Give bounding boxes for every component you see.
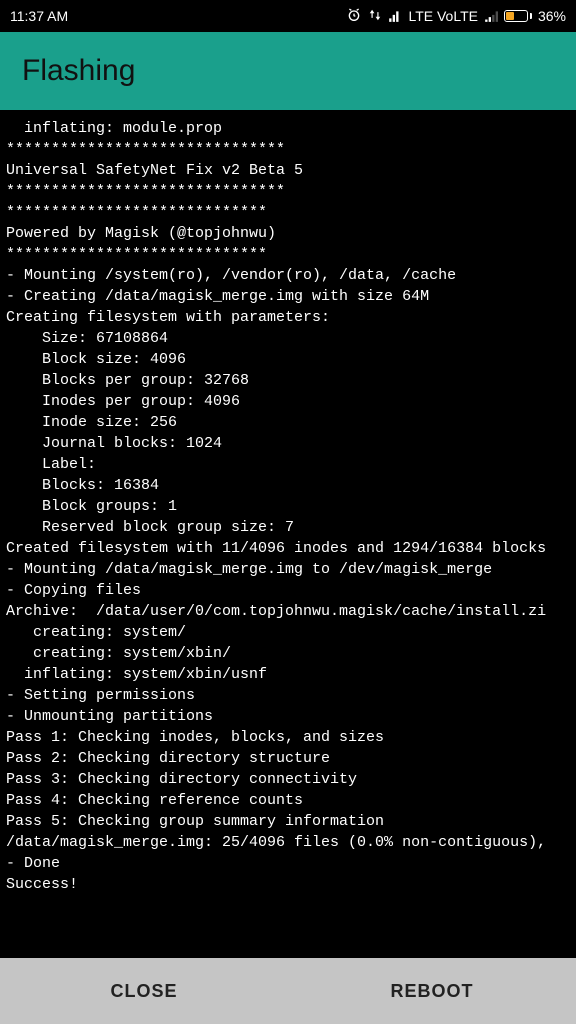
time-text: 11:37 AM <box>10 8 68 24</box>
button-bar: CLOSE REBOOT <box>0 958 576 1024</box>
alarm-icon <box>346 7 362 26</box>
close-button[interactable]: CLOSE <box>0 958 288 1024</box>
status-time: 11:37 AM <box>10 8 68 24</box>
status-bar: 11:37 AM LTE VoLTE 36% <box>0 0 576 32</box>
status-indicators: LTE VoLTE 36% <box>346 7 566 26</box>
signal-icon-2 <box>484 9 498 23</box>
battery-icon <box>504 10 532 22</box>
signal-icon <box>388 9 402 23</box>
terminal-output[interactable]: inflating: module.prop *****************… <box>0 110 576 958</box>
page-title: Flashing <box>22 54 135 88</box>
battery-percent: 36% <box>538 8 566 24</box>
app-bar: Flashing <box>0 32 576 110</box>
reboot-button[interactable]: REBOOT <box>288 958 576 1024</box>
data-updown-icon <box>368 8 382 25</box>
network-label: LTE VoLTE <box>408 8 478 24</box>
